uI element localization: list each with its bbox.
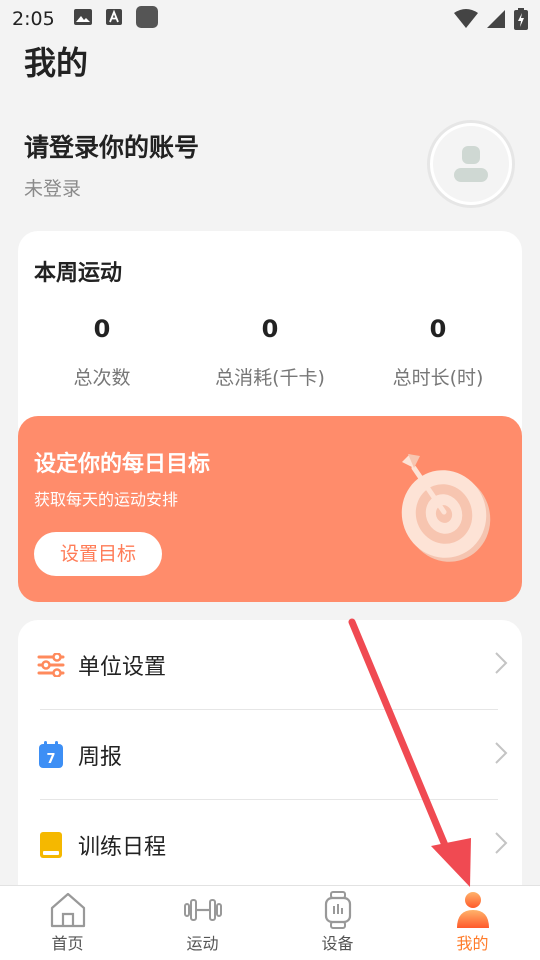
user-placeholder-icon xyxy=(433,126,509,202)
chevron-right-icon xyxy=(494,741,508,769)
nav-label: 首页 xyxy=(51,934,84,953)
settings-row-training-schedule[interactable]: 训练日程 xyxy=(18,800,522,890)
settings-row-weekly-report[interactable]: 7 周报 xyxy=(18,710,522,800)
nav-label: 运动 xyxy=(186,934,219,953)
calendar-icon: 7 xyxy=(36,740,66,770)
avatar[interactable] xyxy=(427,120,515,208)
status-time: 2:05 xyxy=(12,8,55,30)
login-status: 未登录 xyxy=(24,178,82,200)
login-prompt[interactable]: 请登录你的账号 xyxy=(24,128,199,164)
image-notification-icon xyxy=(73,8,93,30)
font-notification-icon xyxy=(105,8,123,30)
stat-value: 0 xyxy=(261,315,279,343)
stat-total-duration: 0 总时长(时) xyxy=(354,315,522,390)
sliders-icon xyxy=(36,650,66,680)
dumbbell-icon xyxy=(183,890,223,930)
weekly-stats-card: 本周运动 0 总次数 0 总消耗(千卡) 0 总时长(时) xyxy=(18,231,522,446)
stat-total-calories: 0 总消耗(千卡) xyxy=(186,315,354,390)
home-icon xyxy=(48,890,88,930)
signal-icon xyxy=(486,9,506,33)
notebook-icon xyxy=(36,830,66,860)
settings-row-label: 训练日程 xyxy=(78,835,167,860)
stat-label: 总次数 xyxy=(73,367,131,389)
settings-row-label: 周报 xyxy=(78,745,123,770)
watch-icon xyxy=(318,890,358,930)
goal-subtitle: 获取每天的运动安排 xyxy=(34,490,179,509)
nav-item-device[interactable]: 设备 xyxy=(270,886,405,960)
nav-item-me[interactable]: 我的 xyxy=(405,886,540,960)
battery-icon xyxy=(514,8,528,34)
nav-label: 我的 xyxy=(456,934,489,953)
status-bar: 2:05 xyxy=(0,0,540,38)
wifi-icon xyxy=(454,9,478,33)
settings-list: 单位设置 7 周报 训练日程 xyxy=(18,620,522,910)
nav-item-home[interactable]: 首页 xyxy=(0,886,135,960)
stat-value: 0 xyxy=(93,315,111,343)
nav-item-exercise[interactable]: 运动 xyxy=(135,886,270,960)
set-goal-button[interactable]: 设置目标 xyxy=(34,532,162,576)
chevron-right-icon xyxy=(494,651,508,679)
daily-goal-banner[interactable]: 设定你的每日目标 获取每天的运动安排 设置目标 xyxy=(18,416,522,602)
stat-label: 总时长(时) xyxy=(392,367,484,389)
app-notification-icon xyxy=(135,5,159,33)
stat-total-count: 0 总次数 xyxy=(18,315,186,390)
weekly-stats-title: 本周运动 xyxy=(34,261,123,286)
settings-row-label: 单位设置 xyxy=(78,655,167,680)
user-icon xyxy=(453,890,493,930)
calendar-badge: 7 xyxy=(46,752,55,767)
nav-label: 设备 xyxy=(321,934,354,953)
settings-row-units[interactable]: 单位设置 xyxy=(18,620,522,710)
chevron-right-icon xyxy=(494,831,508,859)
page-title: 我的 xyxy=(24,44,89,82)
target-illustration-icon xyxy=(388,446,508,570)
bottom-nav: 首页 运动 设备 我的 xyxy=(0,885,540,960)
stat-label: 总消耗(千卡) xyxy=(215,367,325,389)
goal-title: 设定你的每日目标 xyxy=(34,452,211,477)
stat-value: 0 xyxy=(429,315,447,343)
